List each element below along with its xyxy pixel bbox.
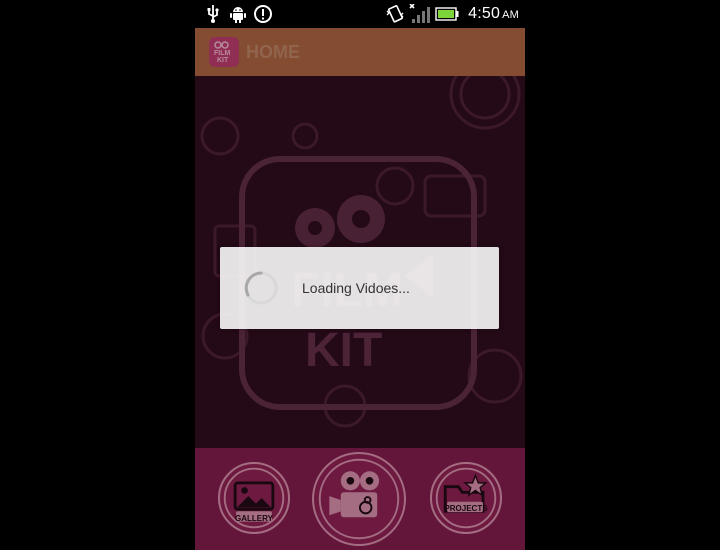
- status-clock: 4:50 AM: [468, 5, 519, 22]
- loading-dialog: Loading Vidoes...: [220, 247, 499, 329]
- signal-icon: [407, 4, 431, 24]
- vibrate-icon: [385, 4, 405, 24]
- loading-spinner-icon: [244, 271, 278, 305]
- status-bar: 4:50 AM: [195, 0, 525, 28]
- loading-message: Loading Vidoes...: [302, 280, 410, 296]
- battery-icon: [435, 4, 459, 24]
- alert-icon: [253, 4, 273, 24]
- screen-frame: 4:50 AM FILM KIT HOME KIT GALLERY PROJEC…: [0, 0, 720, 550]
- android-debug-icon: [229, 4, 247, 24]
- usb-icon: [205, 4, 221, 24]
